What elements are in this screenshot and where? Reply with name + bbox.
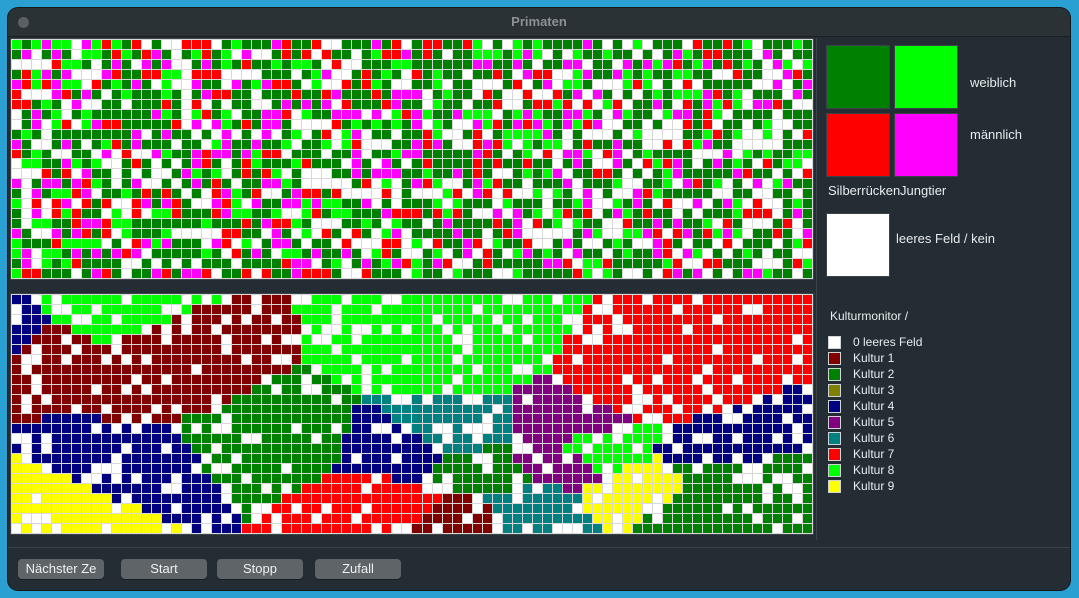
male-label: männlich: [970, 127, 1023, 142]
culture-label: Kultur 9: [853, 479, 895, 493]
culture-label: Kultur 3: [853, 383, 895, 397]
male-young-swatch: [894, 113, 958, 177]
title-bar: Primaten: [8, 8, 1070, 37]
culture-swatch: [828, 479, 841, 493]
culture-label: Kultur 5: [853, 415, 895, 429]
window-title: Primaten: [511, 14, 567, 29]
next-step-button[interactable]: Nächster Ze: [18, 559, 104, 579]
male-adult-swatch: [826, 113, 890, 177]
culture-swatch: [828, 335, 841, 349]
empty-label: leeres Feld / kein: [896, 231, 995, 246]
culture-label: Kultur 2: [853, 367, 895, 381]
culture-swatch: [828, 431, 841, 445]
app-window: Primaten weiblich männlich Silberrücken …: [8, 8, 1070, 590]
culture-swatch: [828, 367, 841, 381]
culture-label: Kultur 4: [853, 399, 895, 413]
culture-legend-item: Kultur 7: [828, 446, 922, 462]
culture-legend-item: Kultur 6: [828, 430, 922, 446]
female-young-swatch: [894, 45, 958, 109]
culture-label: Kultur 7: [853, 447, 895, 461]
start-button[interactable]: Start: [121, 559, 207, 579]
culture-legend-item: Kultur 9: [828, 478, 922, 494]
stop-button[interactable]: Stopp: [217, 559, 303, 579]
young-label: Jungtier: [900, 183, 947, 198]
divider: [816, 38, 817, 540]
culture-legend-item: Kultur 4: [828, 398, 922, 414]
culture-legend-item: Kultur 1: [828, 350, 922, 366]
culture-swatch: [828, 351, 841, 365]
random-button[interactable]: Zufall: [315, 559, 401, 579]
culture-legend-item: Kultur 3: [828, 382, 922, 398]
culture-swatch: [828, 447, 841, 461]
culture-label: Kultur 6: [853, 431, 895, 445]
culture-legend-item: Kultur 5: [828, 414, 922, 430]
culture-legend-item: Kultur 8: [828, 462, 922, 478]
culture-swatch: [828, 383, 841, 397]
culture-swatch: [828, 399, 841, 413]
silverback-label: Silberrücken: [828, 183, 901, 198]
culture-monitor-title: Kulturmonitor /: [830, 309, 909, 323]
culture-swatch: [828, 463, 841, 477]
culture-label: 0 leeres Feld: [853, 335, 923, 349]
culture-label: Kultur 1: [853, 351, 895, 365]
culture-grid[interactable]: [10, 293, 814, 535]
female-adult-swatch: [826, 45, 890, 109]
culture-legend-item: Kultur 2: [828, 366, 922, 382]
culture-legend: 0 leeres Feld Kultur 1 Kultur 2 Kultur 3 Kul…: [828, 334, 922, 494]
primate-grid[interactable]: [10, 38, 814, 280]
empty-swatch: [826, 213, 890, 277]
culture-label: Kultur 8: [853, 463, 895, 477]
culture-swatch: [828, 415, 841, 429]
divider: [8, 547, 1070, 548]
female-label: weiblich: [970, 75, 1017, 90]
culture-legend-item: 0 leeres Feld: [828, 334, 922, 350]
